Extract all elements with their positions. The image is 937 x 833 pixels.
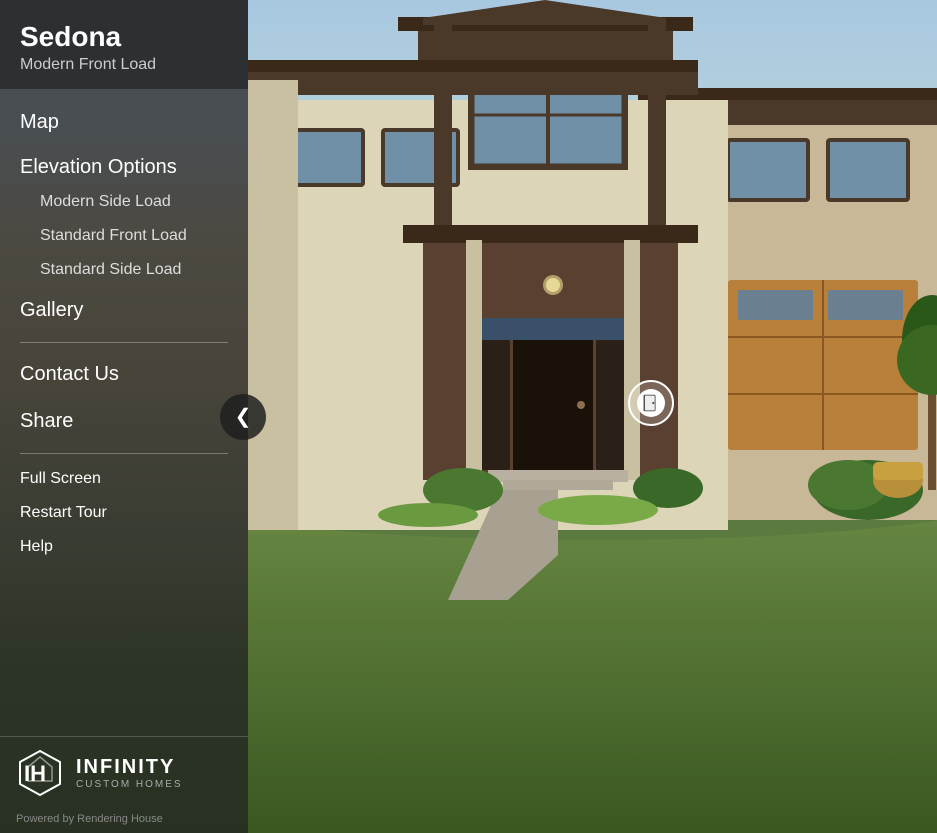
nav-panel: Sedona Modern Front Load Map Elevation O… [0, 0, 248, 833]
restart-tour-nav-item[interactable]: Restart Tour [0, 496, 248, 530]
back-arrow-icon: ❮ [235, 404, 252, 429]
home-subtitle: Modern Front Load [20, 56, 228, 74]
fullscreen-nav-item[interactable]: Full Screen [0, 462, 248, 496]
gallery-nav-item[interactable]: Gallery [0, 287, 248, 334]
header-section: Sedona Modern Front Load [0, 0, 248, 89]
elevation-standard-side-load[interactable]: Standard Side Load [0, 253, 248, 287]
house-scene [248, 0, 937, 833]
door-hotspot-inner [637, 389, 665, 417]
powered-by-text: Powered by Rendering House [0, 809, 248, 833]
contact-us-nav-item[interactable]: Contact Us [0, 351, 248, 398]
logo-icon: IH [16, 749, 64, 797]
nav-content: Map Elevation Options Modern Side Load S… [0, 89, 248, 736]
help-nav-item[interactable]: Help [0, 530, 248, 564]
home-title: Sedona [20, 20, 228, 54]
logo-tagline: CUSTOM HOMES [76, 779, 183, 790]
divider-1 [20, 342, 228, 343]
map-nav-item[interactable]: Map [0, 99, 248, 146]
logo-name: INFINITY [76, 756, 183, 779]
door-icon [642, 394, 660, 412]
share-nav-item[interactable]: Share [0, 398, 248, 445]
logo-area: IH INFINITY CUSTOM HOMES [0, 736, 248, 809]
door-hotspot[interactable] [628, 380, 674, 426]
elevation-options-label: Elevation Options [0, 146, 248, 185]
elevation-modern-side-load[interactable]: Modern Side Load [0, 185, 248, 219]
divider-2 [20, 453, 228, 454]
elevation-standard-front-load[interactable]: Standard Front Load [0, 219, 248, 253]
house-illustration [248, 0, 937, 833]
back-button[interactable]: ❮ [220, 394, 266, 440]
logo-text: INFINITY CUSTOM HOMES [76, 756, 183, 790]
